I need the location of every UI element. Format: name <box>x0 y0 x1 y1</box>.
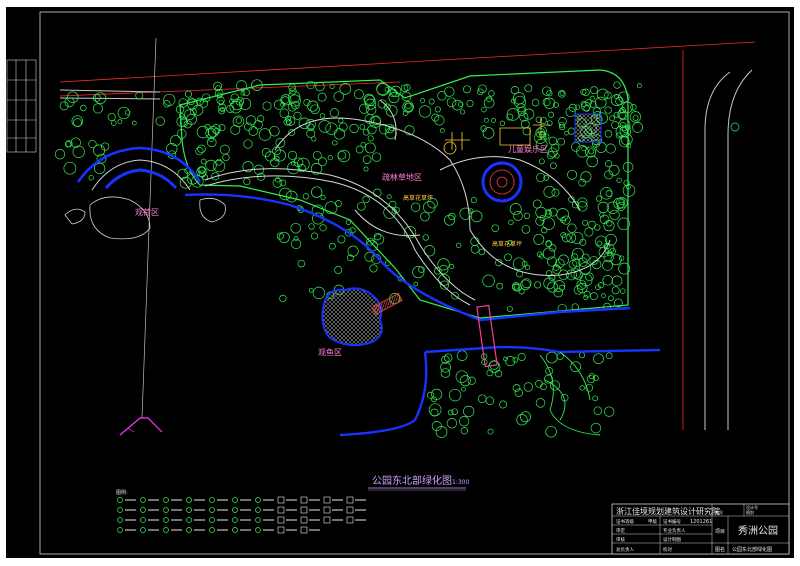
mid-label-lead: 专业负责人 <box>663 527 686 534</box>
right-label-project: 项目 <box>715 529 725 535</box>
fish-platform <box>321 287 383 347</box>
row-label-review: 审核 <box>616 536 625 543</box>
drawing-name: 公园东北部绿化图 <box>732 546 772 553</box>
cert-no-label: 证书编号 <box>663 518 681 525</box>
mid-label-drafting: 设计制图 <box>663 536 681 543</box>
zone-label-flower-1: 高草花草坪 <box>403 194 433 202</box>
zone-label-fish: 观鱼区 <box>318 347 342 357</box>
kids-building <box>574 113 602 143</box>
right-label-drawing: 图名 <box>715 546 725 553</box>
zone-label-lotus: 观荷区 <box>135 207 159 217</box>
drawing-scale: 1:300 <box>452 479 469 486</box>
title-block: 浙江佳境规划建筑设计研究院 证书等级 甲级 证书编号 1201261 审定 审核… <box>611 503 790 555</box>
cert-grade: 甲级 <box>648 518 657 525</box>
legend-heading: 图例: <box>116 489 128 496</box>
project-name: 秀洲公园 <box>738 525 778 537</box>
zone-label-kids: 儿童娱乐区 <box>508 144 548 154</box>
row-label-chief: 总负责人 <box>616 546 634 553</box>
mid-label-proof: 校对 <box>663 546 672 553</box>
cad-drawing-sheet: 观荷区 疏林草地区 儿童娱乐区 观鱼区 高草花草坪 高草花草坪 公园东北部绿化图… <box>0 0 800 566</box>
cert-no: 1201261 <box>690 519 712 525</box>
zone-label-flower-2: 高草花草坪 <box>492 240 522 248</box>
company-name: 浙江佳境规划建筑设计研究院 <box>616 506 720 516</box>
row-label-approve: 审定 <box>616 527 625 534</box>
cert-label: 证书等级 <box>616 518 634 525</box>
top-right-category: 图别 <box>746 509 754 515</box>
zone-label-lawn: 疏林草地区 <box>382 172 422 182</box>
drawing-title: 公园东北部绿化图 <box>372 474 452 487</box>
top-right-number: 图号 <box>715 509 723 515</box>
